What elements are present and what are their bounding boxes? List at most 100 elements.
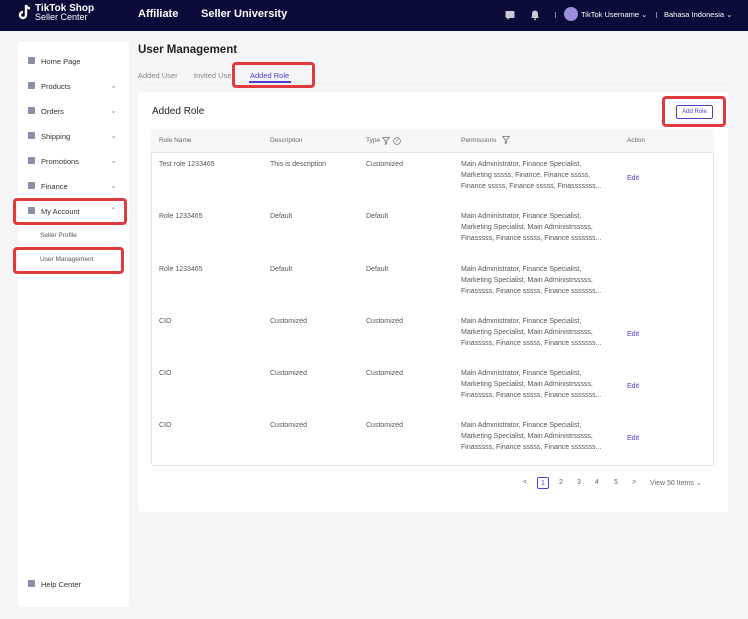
cell-permissions-line: Main Administrator, Finance Specialist,	[461, 161, 582, 168]
cell-type: Customized	[366, 422, 403, 429]
cell-permissions-line: Finasssss, Finance sssss, Finance ssssss…	[461, 288, 602, 295]
cell-permissions-line: Finasssss, Finance sssss, Finance ssssss…	[461, 392, 602, 399]
card-title: Added Role	[152, 106, 205, 117]
cell-permissions-line: Finasssss, Finance sssss, Finance ssssss…	[461, 444, 602, 451]
divider	[656, 12, 657, 18]
tab-added-user[interactable]: Added User	[138, 71, 178, 80]
cell-permissions-line: Main Administrator, Finance Specialist,	[461, 422, 582, 429]
tabs-divider	[138, 83, 728, 84]
page-button[interactable]: 2	[555, 477, 567, 489]
message-icon[interactable]	[504, 9, 516, 21]
language-dropdown[interactable]: Bahasa Indonesia ⌄	[664, 10, 732, 19]
sidebar-item-label: Home Page	[41, 57, 81, 66]
cell-description: Customized	[270, 422, 307, 429]
cell-permissions-line: Finasssss, Finance sssss, Finance ssssss…	[461, 235, 602, 242]
page-size-select[interactable]: View 50 Items ⌄	[650, 479, 702, 487]
cell-role-name: CIO	[159, 422, 172, 429]
nav-affiliate[interactable]: Affiliate	[138, 8, 178, 20]
tiktok-logo-icon	[18, 4, 31, 20]
highlight-box	[232, 62, 315, 88]
tiktok-shop-logo[interactable]: TikTok Shop Seller Center	[18, 4, 94, 22]
home-icon	[28, 57, 35, 64]
finance-icon	[28, 182, 35, 189]
cell-permissions-line: Marketing Specialist, Main Administrssss…	[461, 433, 593, 440]
cell-description: This is description	[270, 161, 327, 168]
svg-text:?: ?	[396, 139, 399, 145]
cell-description: Default	[270, 213, 293, 220]
chevron-down-icon: ⌄	[110, 156, 117, 165]
cell-type: Customized	[366, 370, 403, 377]
sidebar-item-label: Help Center	[41, 580, 82, 589]
nav-seller-university[interactable]: Seller University	[201, 8, 287, 20]
cell-role-name: Role 1233465	[159, 213, 203, 220]
edit-link[interactable]: Edit	[627, 331, 639, 338]
cell-permissions-line: Marketing Specialist, Main Administrssss…	[461, 224, 593, 231]
sidebar-item-finance[interactable]: Finance ⌄	[18, 177, 129, 197]
cell-permissions-line: Main Administrator, Finance Specialist,	[461, 370, 582, 377]
tab-invited-user[interactable]: Invited User	[194, 71, 231, 80]
bell-icon[interactable]	[529, 9, 541, 21]
cell-permissions-line: Finasssss, Finance sssss, Finance ssssss…	[461, 340, 602, 347]
cell-permissions-line: Marketing sssss, Finance, Finance sssss,	[461, 172, 591, 179]
next-page-button[interactable]: >	[628, 477, 640, 489]
sidebar-item-products[interactable]: Products ⌄	[18, 77, 129, 97]
orders-icon	[28, 107, 35, 114]
cell-permissions-line: Main Administrator, Finance Specialist,	[461, 318, 582, 325]
sidebar-subitem-seller-profile[interactable]: Seller Profile	[40, 232, 77, 239]
page-button[interactable]: 4	[591, 477, 603, 489]
filter-icon[interactable]	[502, 136, 510, 144]
chevron-down-icon: ⌄	[110, 181, 117, 190]
username-dropdown[interactable]: TikTok Username ⌄	[581, 10, 647, 19]
sidebar-item-label: Promotions	[41, 157, 79, 166]
cell-type: Default	[366, 213, 389, 220]
sidebar-item-orders[interactable]: Orders ⌄	[18, 102, 129, 122]
sidebar-item-shipping[interactable]: Shipping ⌄	[18, 127, 129, 147]
cell-permissions-line: Main Administrator, Finance Specialist,	[461, 213, 582, 220]
edit-link[interactable]: Edit	[627, 435, 639, 442]
avatar[interactable]	[564, 7, 578, 21]
cell-permissions-line: Main Administrator, Finance Specialist,	[461, 266, 582, 273]
page-button[interactable]: 3	[573, 477, 585, 489]
sidebar-item-promotions[interactable]: Promotions ⌄	[18, 152, 129, 172]
sidebar-item-home[interactable]: Home Page	[18, 52, 129, 72]
sidebar-item-label: Orders	[41, 107, 64, 116]
cell-role-name: Test role 1233465	[159, 161, 215, 168]
chevron-down-icon: ⌄	[110, 131, 117, 140]
sidebar-item-label: Products	[41, 82, 71, 91]
info-icon[interactable]: ?	[393, 137, 401, 145]
cell-role-name: CIO	[159, 318, 172, 325]
filter-icon[interactable]	[382, 137, 390, 145]
cell-role-name: Role 1233465	[159, 266, 203, 273]
shipping-icon	[28, 132, 35, 139]
help-icon	[28, 580, 35, 587]
header-type: Type	[366, 137, 381, 144]
cell-description: Customized	[270, 318, 307, 325]
edit-link[interactable]: Edit	[627, 383, 639, 390]
page-button[interactable]: 1	[537, 477, 549, 489]
edit-link[interactable]: Edit	[627, 175, 639, 182]
sidebar-item-label: Shipping	[41, 132, 71, 141]
sidebar-item-help-center[interactable]: Help Center	[18, 575, 129, 595]
page-button[interactable]: 5	[610, 477, 622, 489]
cell-type: Customized	[366, 318, 403, 325]
cell-permissions-line: Marketing Specialist, Main Administrssss…	[461, 329, 593, 336]
divider	[555, 12, 556, 18]
header-action: Action	[627, 137, 646, 144]
chevron-down-icon: ⌄	[110, 106, 117, 115]
cell-type: Default	[366, 266, 389, 273]
header-role-name: Role Name	[159, 137, 192, 144]
cell-permissions-line: Finance sssss, Finance sssss, Finassssss…	[461, 183, 602, 190]
highlight-box	[662, 96, 726, 127]
header-permissions: Permissions	[461, 137, 497, 144]
logo-line2: Seller Center	[35, 12, 88, 22]
cell-description: Customized	[270, 370, 307, 377]
highlight-box	[13, 198, 127, 225]
cell-permissions-line: Marketing Specialist, Main Administrssss…	[461, 381, 593, 388]
prev-page-button[interactable]: <	[519, 477, 531, 489]
header-description: Description	[270, 137, 303, 144]
cell-type: Customized	[366, 161, 403, 168]
cell-role-name: CIO	[159, 370, 172, 377]
chevron-down-icon: ⌄	[110, 81, 117, 90]
top-bar: TikTok Shop Seller Center Affiliate Sell…	[0, 0, 748, 31]
highlight-box	[13, 247, 124, 274]
